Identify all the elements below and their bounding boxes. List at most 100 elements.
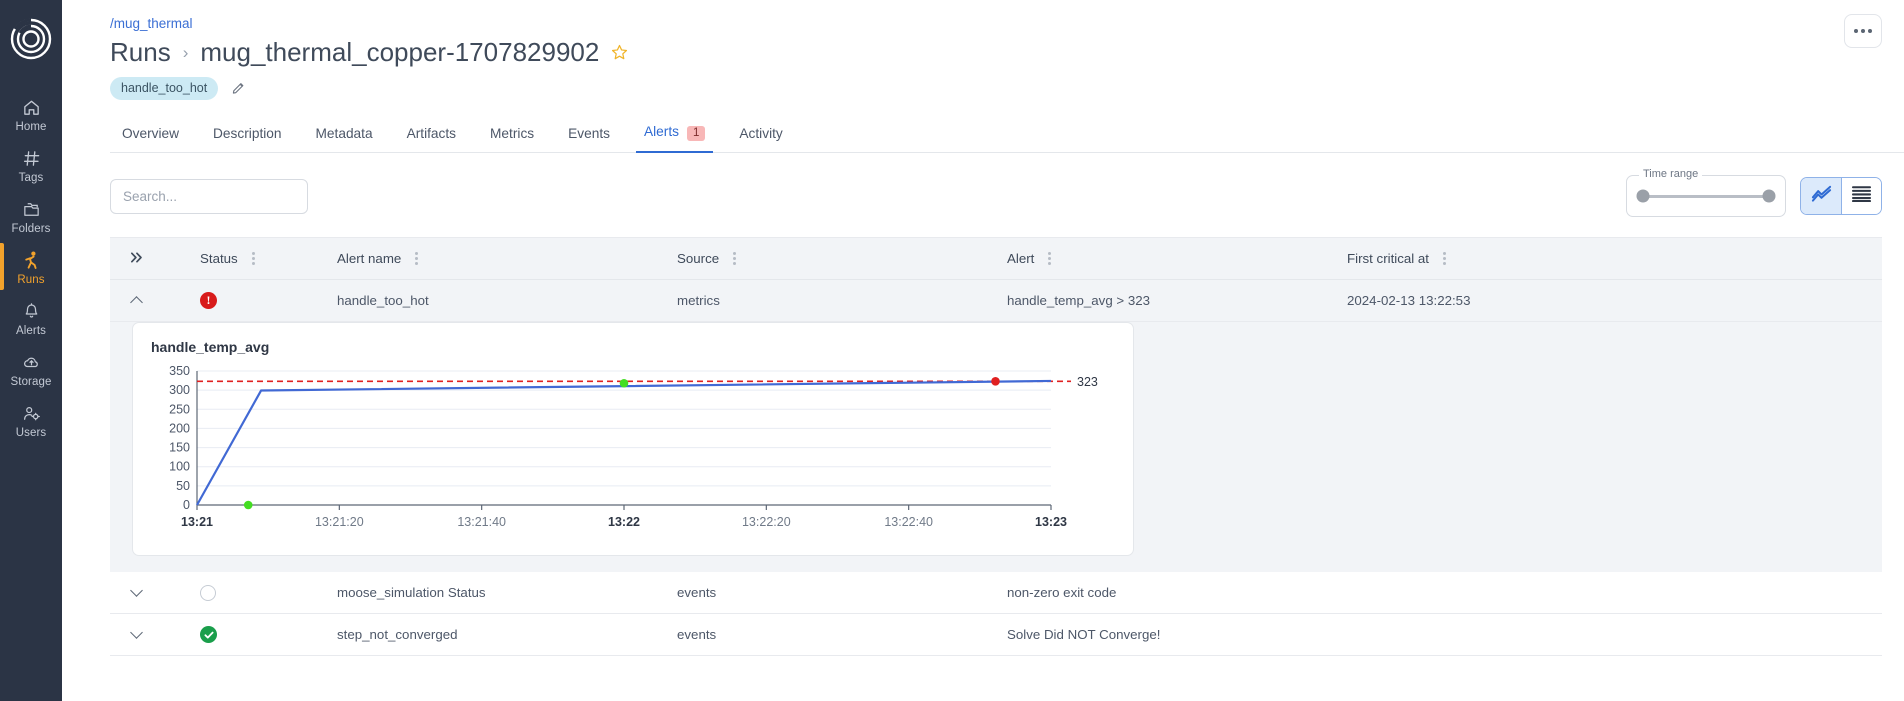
sidebar-item-alerts[interactable]: Alerts: [0, 292, 62, 343]
tab-description[interactable]: Description: [196, 119, 298, 152]
x-axis-tick: 13:21:20: [315, 515, 364, 529]
time-range-max-handle[interactable]: [1762, 189, 1776, 203]
x-axis-tick: 13:22:20: [742, 515, 791, 529]
breadcrumb-path[interactable]: /mug_thermal: [110, 0, 1904, 31]
column-header-source: Source: [677, 251, 720, 266]
page-title-row: Runs › mug_thermal_copper-1707829902: [110, 37, 1904, 68]
sidebar-item-storage[interactable]: Storage: [0, 343, 62, 394]
empty-circle-icon: [200, 584, 216, 601]
cell-first-critical-at: 2024-02-13 13:22:53: [1347, 293, 1471, 308]
chart-title: handle_temp_avg: [151, 339, 270, 355]
y-axis-tick: 250: [169, 402, 190, 416]
search-input[interactable]: [110, 178, 308, 214]
tab-metadata[interactable]: Metadata: [299, 119, 390, 152]
y-axis-tick: 300: [169, 383, 190, 397]
tab-overview[interactable]: Overview: [110, 119, 196, 152]
column-menu-source[interactable]: [733, 252, 737, 265]
pencil-icon[interactable]: [228, 78, 249, 99]
cell-source: events: [677, 627, 717, 642]
list-view-icon: [1851, 185, 1872, 207]
column-header-status: Status: [200, 251, 238, 266]
more-options-button[interactable]: [1844, 14, 1882, 48]
metric-chart-card: handle_temp_avg 0 50 100 150 200 250 300 350 13:…: [132, 322, 1134, 556]
run-tag[interactable]: handle_too_hot: [110, 77, 219, 100]
toolbar-right-group: Time range: [1626, 168, 1882, 217]
chart-series-line: [196, 379, 1052, 506]
cell-alert-name: step_not_converged: [337, 627, 458, 642]
sidebar: Home Tags Folders Runs Alerts Storage Us…: [0, 0, 62, 701]
metric-line-chart[interactable]: 0 50 100 150 200 250 300 350 13:21 13:21:20 13:21:…: [151, 364, 1111, 540]
view-toggle-group: [1800, 177, 1882, 215]
row-collapse-button[interactable]: [110, 294, 162, 309]
sidebar-item-label: Tags: [18, 172, 44, 184]
cell-alert: Solve Did NOT Converge!: [1007, 627, 1161, 642]
column-menu-status[interactable]: [251, 252, 255, 265]
home-icon: [22, 96, 41, 118]
sidebar-item-users[interactable]: Users: [0, 394, 62, 445]
ellipsis-icon: [1854, 29, 1872, 33]
tab-badge-count: 1: [687, 126, 706, 141]
tab-events[interactable]: Events: [551, 119, 627, 152]
cell-alert-name: moose_simulation Status: [337, 585, 486, 600]
cell-alert: non-zero exit code: [1007, 585, 1117, 600]
row-expand-button[interactable]: [110, 626, 162, 641]
x-axis-tick: 13:21: [181, 515, 213, 529]
cell-source: metrics: [677, 293, 720, 308]
cell-alert-name: handle_too_hot: [337, 293, 429, 308]
table-row[interactable]: moose_simulation Status events non-zero …: [110, 572, 1882, 614]
expand-all-button[interactable]: [110, 251, 162, 267]
cell-source: events: [677, 585, 717, 600]
time-range-slider[interactable]: Time range: [1626, 168, 1786, 217]
tab-artifacts[interactable]: Artifacts: [390, 119, 473, 152]
ok-marker[interactable]: [619, 378, 629, 388]
time-range-track[interactable]: [1636, 189, 1776, 203]
critical-marker[interactable]: [991, 377, 1000, 386]
sidebar-item-home[interactable]: Home: [0, 88, 62, 139]
row-expand-button[interactable]: [110, 584, 162, 599]
x-axis-tick: 13:23: [1035, 515, 1067, 529]
tab-label: Metadata: [315, 126, 373, 141]
column-header-first-critical-at: First critical at: [1347, 251, 1430, 266]
time-range-min-handle[interactable]: [1636, 189, 1650, 203]
users-icon: [22, 402, 41, 424]
row-detail-panel: handle_temp_avg 0 50 100 150 200 250 300 350 13:…: [110, 322, 1882, 572]
hash-icon: [22, 147, 41, 169]
x-axis-tick: 13:21:40: [457, 515, 506, 529]
tab-activity[interactable]: Activity: [722, 119, 799, 152]
cell-alert: handle_temp_avg > 323: [1007, 293, 1151, 308]
ok-marker[interactable]: [243, 500, 253, 510]
tab-metrics[interactable]: Metrics: [473, 119, 551, 152]
view-list-button[interactable]: [1841, 178, 1881, 214]
column-menu-first-critical-at[interactable]: [1443, 252, 1447, 265]
threshold-label: 323: [1077, 375, 1098, 389]
table-row[interactable]: step_not_converged events Solve Did NOT …: [110, 614, 1882, 656]
table-row[interactable]: ! handle_too_hot metrics handle_temp_avg…: [110, 280, 1882, 322]
sidebar-item-label: Storage: [10, 376, 52, 388]
tab-alerts[interactable]: Alerts 1: [627, 117, 722, 153]
view-chart-button[interactable]: [1801, 178, 1841, 214]
column-header-alert-name: Alert name: [337, 251, 402, 266]
x-axis-tick: 13:22: [608, 515, 640, 529]
tab-bar: Overview Description Metadata Artifacts …: [110, 117, 1904, 153]
app-logo[interactable]: [8, 16, 54, 62]
y-axis-tick: 200: [169, 421, 190, 435]
sidebar-item-folders[interactable]: Folders: [0, 190, 62, 241]
time-range-label: Time range: [1639, 168, 1703, 180]
star-outline-icon[interactable]: [610, 43, 629, 62]
sidebar-item-runs[interactable]: Runs: [0, 241, 62, 292]
y-axis-tick: 100: [169, 460, 190, 474]
runner-icon: [21, 249, 41, 271]
sidebar-item-label: Folders: [11, 223, 51, 235]
sidebar-item-tags[interactable]: Tags: [0, 139, 62, 190]
tab-label: Description: [213, 126, 282, 141]
breadcrumb-parent-runs[interactable]: Runs: [110, 37, 171, 68]
column-menu-alert[interactable]: [1048, 252, 1052, 265]
x-axis-tick: 13:22:40: [884, 515, 933, 529]
column-menu-alert-name[interactable]: [415, 252, 419, 265]
tag-row: handle_too_hot: [110, 77, 1904, 100]
sidebar-item-label: Users: [15, 427, 47, 439]
cloud-icon: [22, 351, 41, 373]
tab-label: Overview: [122, 126, 180, 141]
alerts-table: Status Alert name Source Alert First cri…: [110, 237, 1882, 656]
sidebar-item-label: Alerts: [16, 325, 46, 337]
